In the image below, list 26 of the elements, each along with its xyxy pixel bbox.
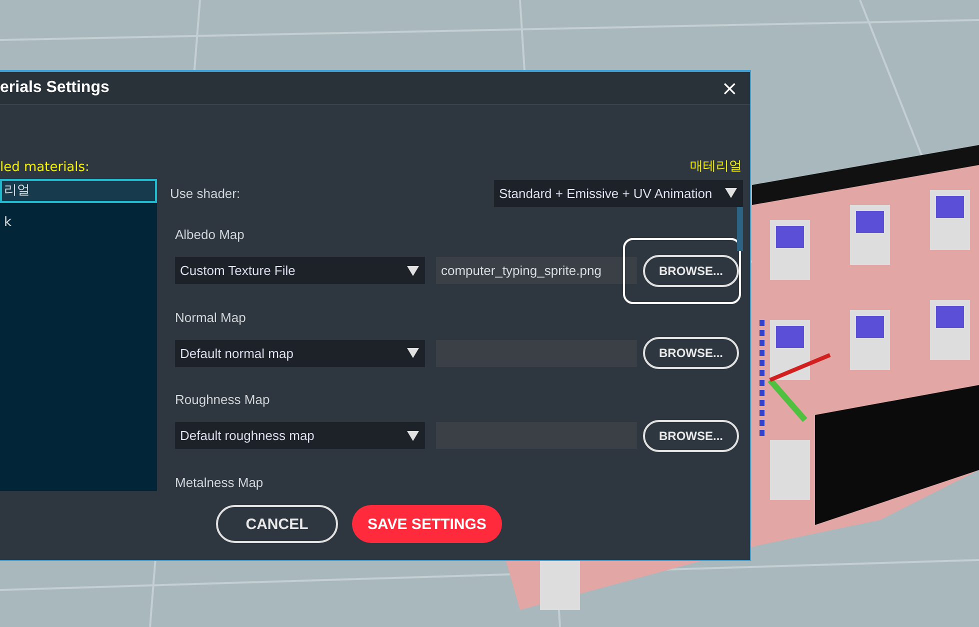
browse-button[interactable]: BROWSE... [643,420,739,452]
map-label: Normal Map [175,310,247,326]
material-item[interactable]: k [0,211,157,235]
cancel-button[interactable]: CANCEL [216,505,338,543]
shader-dropdown[interactable]: Standard + Emissive + UV Animation [494,180,743,206]
shader-label: Use shader: [170,186,240,200]
save-button[interactable]: SAVE SETTINGS [352,505,502,543]
texture-source-dropdown[interactable]: Custom Texture File [175,257,425,284]
caret-icon [725,188,737,198]
close-button[interactable]: × [709,76,750,100]
current-material-name: 매테리얼 [690,158,742,175]
materials-heading: led materials: [0,160,90,175]
caret-icon [407,348,419,358]
map-label: Roughness Map [175,392,271,408]
browse-button[interactable]: BROWSE... [643,337,739,369]
caret-icon [407,430,419,440]
texture-source-dropdown[interactable]: Default roughness map [175,422,425,449]
map-label: Metalness Map [175,474,264,491]
material-item[interactable]: 리얼 [0,179,157,203]
map-label: Albedo Map [175,227,246,244]
texture-source-dropdown[interactable]: Default normal map [175,340,425,366]
caret-icon [407,266,419,276]
scrollbar[interactable] [737,207,743,251]
file-path-field[interactable]: computer_typing_sprite.png [436,257,637,284]
browse-button[interactable]: BROWSE... [643,254,739,286]
window-title: erials Settings [0,79,110,97]
